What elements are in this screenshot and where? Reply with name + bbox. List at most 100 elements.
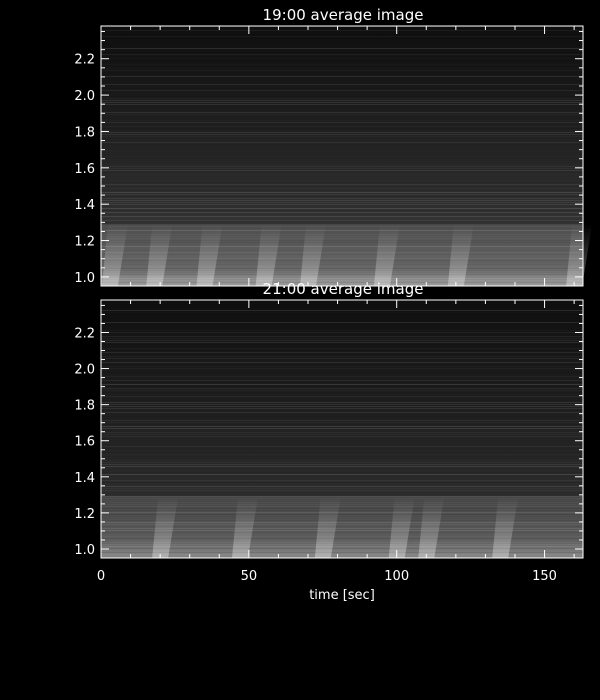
- striation: [101, 122, 583, 123]
- striation: [101, 210, 583, 211]
- striation: [101, 302, 583, 303]
- striation: [101, 84, 583, 85]
- striation: [101, 108, 583, 109]
- striation: [101, 116, 583, 117]
- striation: [101, 378, 583, 379]
- striation: [101, 364, 583, 365]
- striation: [101, 92, 583, 93]
- striation: [101, 228, 583, 229]
- striation: [101, 424, 583, 425]
- striation: [101, 170, 583, 171]
- striation: [101, 250, 583, 251]
- striation: [101, 552, 583, 553]
- striation: [101, 390, 583, 391]
- striation: [101, 146, 583, 147]
- striation: [101, 554, 583, 555]
- striation: [101, 208, 583, 209]
- striation: [101, 314, 583, 315]
- y-tick-label: 2.0: [74, 363, 95, 378]
- striation: [101, 260, 583, 261]
- striation: [101, 356, 583, 357]
- striation: [101, 388, 583, 389]
- striation: [101, 396, 583, 397]
- striation: [101, 386, 583, 387]
- striation: [101, 310, 583, 311]
- striation: [101, 392, 583, 393]
- striation: [101, 428, 583, 429]
- striation: [101, 402, 583, 403]
- striation: [101, 172, 583, 173]
- striation: [101, 164, 583, 165]
- striation: [101, 332, 583, 333]
- striation: [101, 406, 583, 407]
- y-tick-label: 1.8: [74, 399, 95, 414]
- striation: [101, 40, 583, 41]
- striation: [101, 362, 583, 363]
- panel-2100: 1.0 1.2 1.4 1.6 1.8 2.0 2.2 0 50 100 150 21:00 ave…: [74, 280, 584, 603]
- y-tick-label: 1.4: [74, 198, 95, 213]
- striation: [101, 154, 583, 155]
- y-tick-label: 1.2: [74, 235, 95, 250]
- striation: [101, 488, 583, 489]
- striation: [101, 336, 583, 337]
- striation: [101, 44, 583, 45]
- figure: 1.0 1.2 1.4 1.6 1.8 2.0 2.2 19:00 average imag…: [74, 6, 593, 603]
- striation: [101, 216, 583, 217]
- striation: [101, 234, 583, 235]
- striation: [101, 214, 583, 215]
- striation: [101, 548, 583, 549]
- striation: [101, 418, 583, 419]
- striation: [101, 194, 583, 195]
- striation: [101, 76, 583, 77]
- striation: [101, 46, 583, 47]
- striation: [101, 112, 583, 113]
- striation: [101, 318, 583, 319]
- striation: [101, 140, 583, 141]
- striation: [101, 206, 583, 207]
- striation: [101, 316, 583, 317]
- heatmap-image-1900: [101, 26, 593, 286]
- striation: [101, 200, 583, 201]
- striation: [101, 324, 583, 325]
- striation: [101, 266, 583, 267]
- striation: [101, 408, 583, 409]
- striation: [101, 240, 583, 241]
- striation: [101, 372, 583, 373]
- striation: [101, 446, 583, 447]
- striation: [101, 492, 583, 493]
- striation: [101, 352, 583, 353]
- striation: [101, 166, 583, 167]
- striation: [101, 132, 583, 133]
- striation: [101, 50, 583, 51]
- striation: [101, 472, 583, 473]
- striation: [101, 80, 583, 81]
- striation: [101, 42, 583, 43]
- striation: [101, 358, 583, 359]
- striation: [101, 136, 583, 137]
- striation: [101, 104, 583, 105]
- striation: [101, 62, 583, 63]
- striation: [101, 458, 583, 459]
- striation: [101, 176, 583, 177]
- striation: [101, 56, 583, 57]
- striation: [101, 106, 583, 107]
- striation: [101, 448, 583, 449]
- striation: [101, 312, 583, 313]
- striation: [101, 328, 583, 329]
- striation: [101, 238, 583, 239]
- striation: [101, 422, 583, 423]
- chart-title-1900: 19:00 average image: [263, 6, 424, 24]
- striation: [101, 444, 583, 445]
- striation: [101, 462, 583, 463]
- striation: [101, 414, 583, 415]
- striation: [101, 152, 583, 153]
- x-tick-label: 150: [532, 569, 557, 584]
- striation: [101, 276, 583, 277]
- striation: [101, 334, 583, 335]
- y-tick-label: 2.0: [74, 89, 95, 104]
- striation: [101, 68, 583, 69]
- striation: [101, 182, 583, 183]
- striation: [101, 278, 583, 279]
- striation: [101, 482, 583, 483]
- striation: [101, 168, 583, 169]
